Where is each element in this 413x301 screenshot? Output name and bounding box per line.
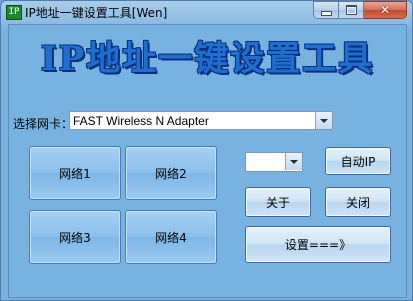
app-icon: IP [6,5,22,20]
network4-button[interactable]: 网络4 [125,210,217,264]
app-window: IP IP地址一键设置工具[Wen] ✕ IP地址一键设置工具 选择网卡： FA… [0,0,413,301]
close-button[interactable]: 关闭 [325,187,391,217]
chevron-down-icon [290,159,298,164]
about-button[interactable]: 关于 [245,187,311,217]
title-bar[interactable]: IP IP地址一键设置工具[Wen] ✕ [1,1,412,24]
nic-selected-value: FAST Wireless N Adapter [73,114,209,128]
network3-button[interactable]: 网络3 [29,210,121,264]
minimize-button[interactable] [313,1,339,19]
auto-ip-button[interactable]: 自动IP [325,147,391,175]
network1-button[interactable]: 网络1 [29,146,121,200]
maximize-button[interactable] [339,1,364,19]
nic-label: 选择网卡： [13,117,74,131]
profile-dropdown-button[interactable] [285,153,302,170]
network2-button[interactable]: 网络2 [125,146,217,200]
close-icon: ✕ [379,3,391,17]
window-controls: ✕ [313,1,407,19]
window-title: IP地址一键设置工具[Wen] [25,6,168,20]
close-window-button[interactable]: ✕ [364,1,407,19]
banner-title: IP地址一键设置工具 [40,39,375,79]
maximize-icon [345,5,357,15]
settings-button[interactable]: 设置===》 [245,226,391,263]
nic-dropdown[interactable]: FAST Wireless N Adapter [69,111,333,130]
chevron-down-icon [320,118,328,123]
minimize-icon [320,10,332,16]
nic-dropdown-button[interactable] [315,112,332,129]
profile-dropdown[interactable] [245,152,303,172]
client-area: IP地址一键设置工具 选择网卡： FAST Wireless N Adapter… [8,24,407,298]
